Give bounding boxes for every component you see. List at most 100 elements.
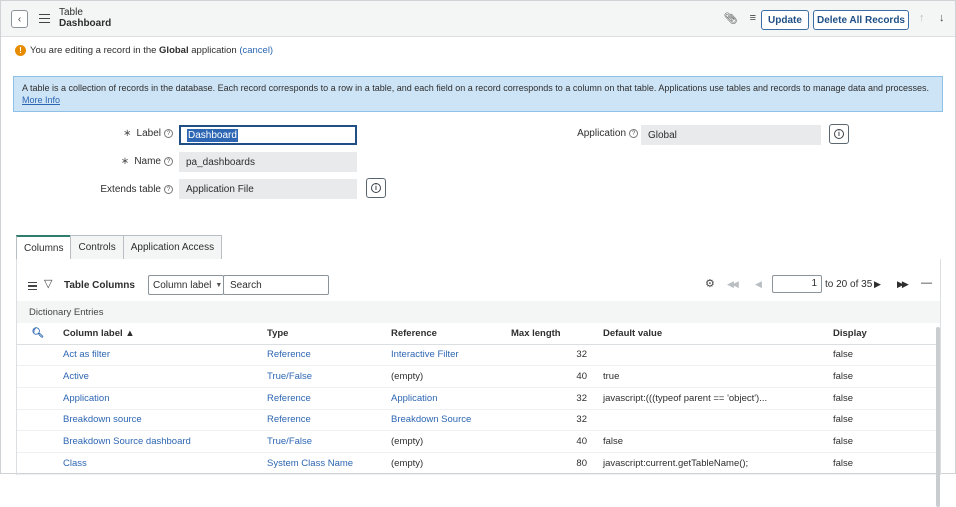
window-frame: ‹ Table Dashboard 📎︎ ≡ ⋯ Update Delete A… [0,0,956,507]
row-select-cell [17,365,59,388]
filter-icon[interactable]: ▽ [44,277,52,290]
scope-notice: ! You are editing a record in the Global… [15,45,273,56]
chevron-left-icon: ‹ [17,13,22,25]
extends-info-button[interactable]: i [366,178,386,198]
info-text: A table is a collection of records in th… [22,83,930,93]
arrow-up-icon[interactable]: ↑ [919,12,925,24]
search-icon[interactable]: 🔍︎ [32,328,45,339]
max-length-cell: 32 [507,409,599,432]
delete-all-records-button[interactable]: Delete All Records [813,10,909,30]
paperclip-icon[interactable]: 📎︎ [724,12,738,25]
label-text: Label [136,128,161,139]
related-list-panel: ▽ Table Columns Column label ▼ Search ⚙ … [16,259,941,507]
extends-text: Extends table [100,184,161,195]
col-header-column-label[interactable]: Column label ▲ [59,323,263,345]
last-page-icon[interactable]: ▶▶ [897,279,909,290]
warning-icon: ! [15,45,26,56]
column-label-link[interactable]: Breakdown source [59,409,263,432]
default-value-cell: javascript:(((typeof parent == 'object')… [599,387,829,410]
name-text: Name [134,156,161,167]
more-info-link[interactable]: More Info [22,95,60,105]
scrollbar[interactable] [936,327,940,507]
column-label-link[interactable]: Class [59,452,263,475]
row-select-cell [17,430,59,453]
application-info-button[interactable]: i [829,124,849,144]
table-row[interactable]: Breakdown Source dashboard True/False (emp… [17,430,940,453]
help-icon[interactable]: ? [164,185,173,194]
type-link[interactable]: Reference [263,387,387,410]
title-line-1: Table [59,7,83,18]
display-cell: false [829,430,940,453]
reference-cell: (empty) [387,452,507,475]
table-row[interactable]: Breakdown source Reference Breakdown Sourc… [17,409,940,432]
table-header-row: 🔍︎ Column label ▲ Type Reference Max len… [17,323,940,345]
update-button[interactable]: Update [761,10,809,30]
next-page-icon[interactable]: ▶ [874,279,881,290]
table-row[interactable]: Act as filter Reference Interactive Filter… [17,344,940,367]
reference-cell[interactable]: Interactive Filter [387,344,507,367]
max-length-cell: 80 [507,452,599,475]
max-length-cell: 40 [507,430,599,453]
col-header-reference[interactable]: Reference [387,323,507,345]
arrow-down-icon[interactable]: ↓ [939,12,945,24]
row-select-cell [17,409,59,432]
name-input[interactable]: pa_dashboards [179,152,357,172]
search-field-select[interactable]: Column label ▼ [148,275,224,295]
page-range-text: to 20 of 35 [825,279,873,290]
cancel-link[interactable]: (cancel) [239,45,273,56]
tab-columns[interactable]: Columns [16,235,72,259]
menu-icon[interactable] [39,14,50,24]
label-input[interactable]: Dashboard [179,125,357,145]
table-row[interactable]: Active True/False (empty) 40 true false [17,365,940,388]
prev-page-icon[interactable]: ◀ [755,279,762,290]
list-menu-icon[interactable] [28,282,37,292]
tab-controls[interactable]: Controls [70,235,124,259]
sliders-icon[interactable]: ≡ [750,12,756,25]
reference-cell: (empty) [387,430,507,453]
reference-cell[interactable]: Breakdown Source [387,409,507,432]
column-label-link[interactable]: Application [59,387,263,410]
type-link[interactable]: Reference [263,409,387,432]
column-label-link[interactable]: Active [59,365,263,388]
help-icon[interactable]: ? [164,129,173,138]
help-icon[interactable]: ? [164,157,173,166]
notice-scope: Global [159,45,189,56]
reference-cell[interactable]: Application [387,387,507,410]
tab-application-access[interactable]: Application Access [122,235,223,259]
table-row[interactable]: Application Reference Application 32 javascr… [17,387,940,410]
page-input[interactable]: 1 [772,275,822,293]
display-cell: false [829,387,940,410]
collapse-icon[interactable]: — [921,277,932,289]
required-icon: ∗ [123,128,132,139]
extends-table-input[interactable]: Application File [179,179,357,199]
label-input-value: Dashboard [187,128,238,142]
info-icon: i [834,129,844,139]
reference-cell: (empty) [387,365,507,388]
search-input[interactable]: Search [223,275,329,295]
display-cell: false [829,365,940,388]
type-link[interactable]: True/False [263,365,387,388]
max-length-cell: 32 [507,387,599,410]
notice-text: You are editing a record in the [30,45,160,56]
back-button[interactable]: ‹ [11,10,28,28]
display-cell: false [829,344,940,367]
first-page-icon[interactable]: ◀◀ [727,279,739,290]
col-header-max-length[interactable]: Max length [507,323,599,345]
row-select-cell [17,387,59,410]
list-title: Table Columns [64,280,135,291]
list-toolbar: ▽ Table Columns Column label ▼ Search ⚙ … [17,259,940,301]
type-link[interactable]: System Class Name [263,452,387,475]
col-header-type[interactable]: Type [263,323,387,345]
type-link[interactable]: True/False [263,430,387,453]
help-icon[interactable]: ? [629,129,638,138]
gear-icon[interactable]: ⚙ [705,277,715,290]
row-select-cell [17,344,59,367]
col-header-default-value[interactable]: Default value [599,323,829,345]
type-link[interactable]: Reference [263,344,387,367]
application-input[interactable]: Global [641,125,821,145]
table-row[interactable]: Class System Class Name (empty) 80 javascrip… [17,452,940,475]
column-label-link[interactable]: Breakdown Source dashboard [59,430,263,453]
col-header-display[interactable]: Display [829,323,940,345]
column-label-link[interactable]: Act as filter [59,344,263,367]
title-line-2: Dashboard [59,18,112,29]
